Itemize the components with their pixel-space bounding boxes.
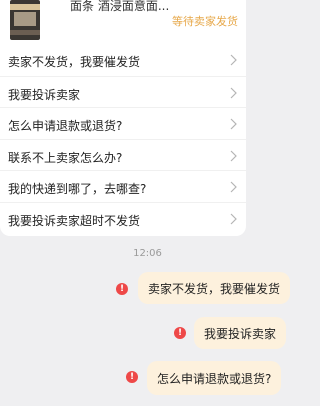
- thumbnail-band: [10, 4, 40, 10]
- chevron-right-icon: [230, 181, 237, 193]
- question-label: 卖家不发货，我要催发货: [8, 55, 141, 69]
- message-text: 卖家不发货，我要催发货: [148, 281, 281, 296]
- message-bubble[interactable]: 卖家不发货，我要催发货: [138, 272, 291, 304]
- question-label: 我要投诉卖家: [8, 87, 81, 102]
- chevron-right-icon: [230, 213, 237, 225]
- message-bubble[interactable]: 我要投诉卖家: [194, 317, 287, 349]
- question-label: 怎么申请退款或退货?: [8, 119, 123, 134]
- question-item[interactable]: 我要投诉卖家超时不发货: [0, 201, 246, 234]
- send-failed-icon[interactable]: !: [174, 327, 186, 339]
- chevron-right-icon: [230, 87, 237, 99]
- thumbnail-band: [10, 30, 40, 35]
- question-item[interactable]: 联系不上卖家怎么办?: [0, 138, 246, 171]
- question-label: 我的快递到哪了，去哪查?: [8, 182, 147, 197]
- chevron-right-icon: [230, 54, 237, 66]
- question-item[interactable]: 卖家不发货，我要催发货: [0, 44, 246, 76]
- thumbnail-band: [14, 12, 36, 26]
- order-title: 面条 酒浸面意面...: [70, 0, 170, 13]
- message-text: 我要投诉卖家: [204, 326, 277, 341]
- question-label: 联系不上卖家怎么办?: [8, 150, 123, 165]
- order-summary[interactable]: 面条 酒浸面意面... 等待卖家发货: [0, 0, 246, 44]
- chevron-right-icon: [230, 118, 237, 130]
- send-failed-icon[interactable]: !: [116, 283, 128, 295]
- question-item[interactable]: 我要投诉卖家: [0, 75, 246, 108]
- product-thumbnail[interactable]: [10, 0, 40, 40]
- quick-question-list: 卖家不发货，我要催发货 我要投诉卖家 怎么申请退款或退货? 联系不上卖家怎么办?…: [0, 44, 246, 234]
- message-timestamp: 12:06: [133, 248, 162, 259]
- message-bubble[interactable]: 怎么申请退款或退货?: [147, 361, 282, 395]
- order-status: 等待卖家发货: [172, 15, 238, 28]
- quick-question-card: 面条 酒浸面意面... 等待卖家发货 卖家不发货，我要催发货 我要投诉卖家 怎么…: [0, 0, 246, 236]
- question-item[interactable]: 我的快递到哪了，去哪查?: [0, 170, 246, 202]
- question-item[interactable]: 怎么申请退款或退货?: [0, 107, 246, 139]
- message-text: 怎么申请退款或退货?: [157, 371, 272, 386]
- question-label: 我要投诉卖家超时不发货: [8, 213, 141, 228]
- send-failed-icon[interactable]: !: [126, 371, 138, 383]
- chevron-right-icon: [230, 150, 237, 162]
